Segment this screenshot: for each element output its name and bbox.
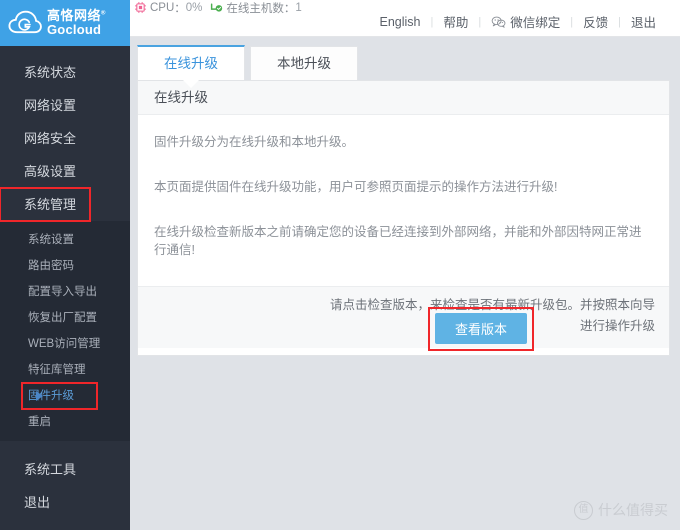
tab-label: 本地升级 — [277, 56, 331, 71]
wechat-bind-link[interactable]: 微信绑定 — [481, 12, 570, 31]
sidebar-subitem-label: 配置导入导出 — [28, 286, 97, 298]
help-link-label: 帮助 — [443, 16, 469, 30]
sidebar-main-nav: 系统状态 网络设置 网络安全 高级设置 系统管理 — [0, 46, 130, 222]
sidebar-item-system-status[interactable]: 系统状态 — [0, 56, 130, 89]
tab-online-upgrade[interactable]: 在线升级 — [137, 45, 245, 80]
sidebar-item-label: 系统工具 — [24, 462, 77, 477]
sidebar: 高恪网络® Gocloud 系统状态 网络设置 网络安全 高级设置 系统管理 系… — [0, 0, 130, 530]
watermark: 值 什么值得买 — [574, 500, 668, 520]
panel-footer: 请点击检查版本，来检查是否有最新升级包。并按照本向导进行操作升级 查看版本 — [138, 286, 669, 351]
sidebar-subitem-router-password[interactable]: 路由密码 — [0, 253, 130, 279]
sidebar-item-label: 网络设置 — [24, 98, 77, 113]
info-paragraph-3: 在线升级检查新版本之前请确定您的设备已经连接到外部网络，并能和外部因特网正常进行… — [154, 224, 642, 258]
info-paragraph-2: 本页面提供固件在线升级功能，用户可参照页面提示的操作方法进行升级! — [154, 179, 558, 194]
sidebar-subitem-label: 特征库管理 — [28, 364, 86, 376]
watermark-text: 什么值得买 — [598, 502, 668, 518]
topbar: CPU ： 0% 在线主机数 ： 1 English | 帮助 | 微信绑定 |… — [130, 0, 680, 37]
sidebar-subitem-factory-reset[interactable]: 恢复出厂配置 — [0, 305, 130, 331]
feedback-link[interactable]: 反馈 — [573, 12, 618, 31]
feedback-link-label: 反馈 — [583, 16, 609, 30]
content-area: 在线升级 本地升级 在线升级 固件升级分为在线升级和本地升级。 本页面提供固件在… — [130, 37, 680, 530]
sidebar-subitem-signature-db-management[interactable]: 特征库管理 — [0, 357, 130, 383]
check-version-highlight-box: 查看版本 — [428, 307, 535, 351]
tab-bar: 在线升级 本地升级 — [137, 44, 670, 80]
panel-body: 固件升级分为在线升级和本地升级。 本页面提供固件在线升级功能，用户可参照页面提示… — [138, 115, 669, 260]
sidebar-bottom-nav: 系统工具 退出 — [0, 441, 130, 519]
sidebar-subitem-web-access-management[interactable]: WEB访问管理 — [0, 331, 130, 357]
watermark-badge: 值 — [574, 500, 593, 520]
sidebar-submenu-system-management: 系统设置 路由密码 配置导入导出 恢复出厂配置 WEB访问管理 特征库管理 固件… — [0, 221, 130, 441]
brand-logo[interactable]: 高恪网络® Gocloud — [0, 0, 130, 46]
stat-online-hosts: 在线主机数 ： 1 — [210, 0, 302, 16]
brand-text: 高恪网络® Gocloud — [47, 9, 106, 36]
status-stats: CPU ： 0% 在线主机数 ： 1 — [134, 0, 310, 15]
sidebar-item-label: 系统管理 — [24, 197, 77, 212]
sidebar-item-label: 系统状态 — [24, 65, 77, 80]
language-switch-label: English — [379, 14, 421, 29]
sidebar-item-label: 网络安全 — [24, 131, 77, 146]
sidebar-subitem-config-import-export[interactable]: 配置导入导出 — [0, 279, 130, 305]
sidebar-item-network-settings[interactable]: 网络设置 — [0, 89, 130, 122]
sidebar-item-logout[interactable]: 退出 — [0, 486, 130, 519]
sidebar-item-system-management[interactable]: 系统管理 — [0, 187, 91, 222]
sidebar-subitem-reboot[interactable]: 重启 — [0, 409, 130, 435]
logout-link[interactable]: 退出 — [621, 12, 666, 31]
wechat-icon — [491, 16, 506, 28]
online-host-icon — [211, 3, 223, 12]
active-arrow-icon — [36, 391, 43, 401]
sidebar-subitem-label: 路由密码 — [28, 260, 74, 272]
sidebar-subitem-label: 恢复出厂配置 — [28, 312, 97, 324]
stat-online-hosts-value: 1 — [295, 1, 302, 14]
help-link[interactable]: 帮助 — [433, 12, 478, 31]
sidebar-subitem-label: 固件升级 — [28, 390, 74, 402]
stat-cpu-separator: ： — [174, 2, 186, 15]
sidebar-subitem-system-settings[interactable]: 系统设置 — [0, 227, 130, 253]
registered-mark: ® — [101, 11, 106, 18]
topbar-links: English | 帮助 | 微信绑定 | 反馈 | 退出 — [370, 12, 667, 31]
cpu-icon — [134, 1, 147, 14]
stat-online-hosts-label: 在线主机数 — [226, 2, 284, 15]
sidebar-item-network-security[interactable]: 网络安全 — [0, 122, 130, 155]
upgrade-panel: 在线升级 固件升级分为在线升级和本地升级。 本页面提供固件在线升级功能，用户可参… — [137, 80, 670, 356]
sidebar-subitem-label: WEB访问管理 — [28, 338, 101, 350]
wechat-bind-label: 微信绑定 — [510, 16, 561, 30]
app-root: 高恪网络® Gocloud 系统状态 网络设置 网络安全 高级设置 系统管理 系… — [0, 0, 680, 530]
language-switch-english[interactable]: English — [370, 15, 431, 29]
sidebar-subitem-label: 系统设置 — [28, 234, 74, 246]
stat-online-hosts-separator: ： — [283, 2, 296, 15]
stat-cpu-value: 0% — [185, 1, 203, 14]
tab-label: 在线升级 — [164, 56, 218, 71]
sidebar-item-label: 退出 — [24, 495, 51, 510]
cloud-logo-icon — [8, 10, 42, 34]
sidebar-subitem-label: 重启 — [28, 416, 51, 428]
check-version-button[interactable]: 查看版本 — [435, 313, 528, 344]
sidebar-item-system-tools[interactable]: 系统工具 — [0, 453, 130, 486]
sidebar-subitem-firmware-upgrade[interactable]: 固件升级 — [21, 382, 98, 410]
panel-title: 在线升级 — [138, 81, 669, 115]
sidebar-item-label: 高级设置 — [24, 164, 77, 179]
stat-cpu-label: CPU — [150, 1, 175, 14]
tab-local-upgrade[interactable]: 本地升级 — [250, 46, 358, 80]
info-paragraph-1: 固件升级分为在线升级和本地升级。 — [154, 135, 355, 149]
panel-bottom-strip — [138, 347, 669, 355]
sidebar-item-advanced-settings[interactable]: 高级设置 — [0, 155, 130, 188]
brand-name-en: Gocloud — [47, 22, 102, 37]
stat-cpu: CPU ： 0% — [134, 0, 202, 16]
logout-link-label: 退出 — [630, 16, 656, 30]
